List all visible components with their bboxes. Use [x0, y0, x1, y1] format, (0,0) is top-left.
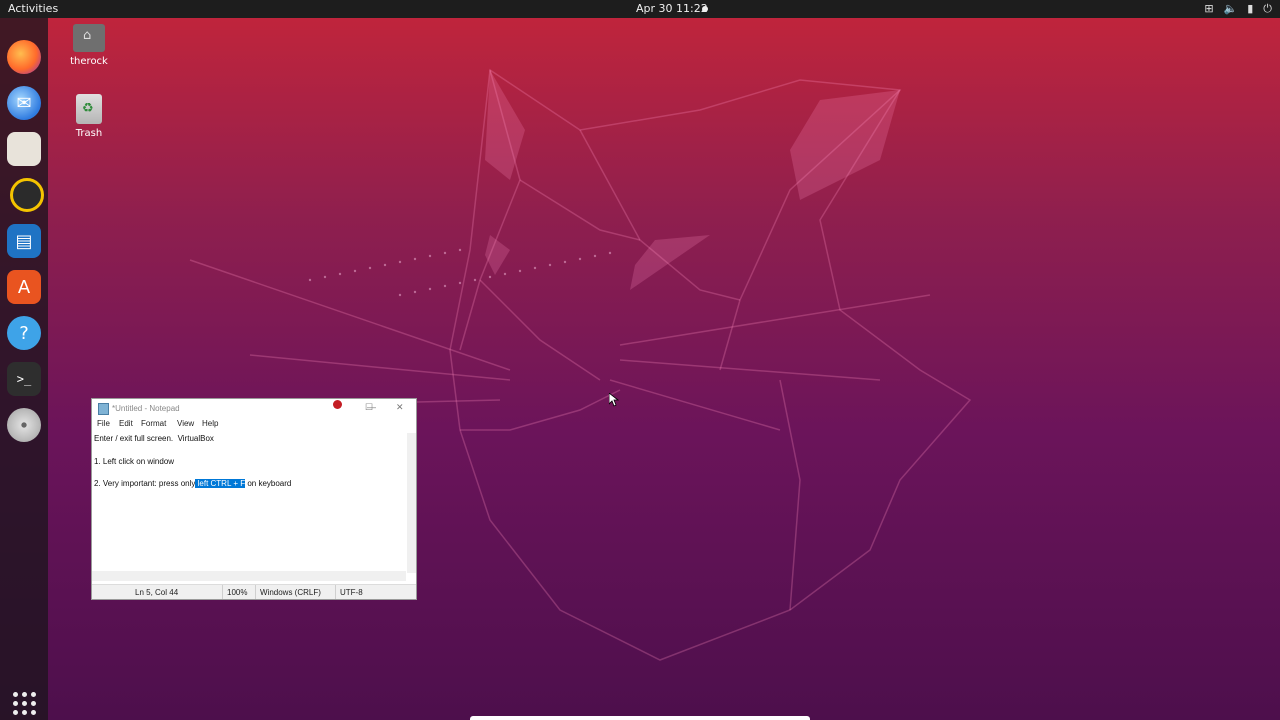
recording-indicator-icon	[333, 400, 342, 409]
text-line: 1. Left click on window	[94, 456, 175, 466]
menu-file[interactable]: File	[97, 419, 110, 428]
window-title: *Untitled - Notepad	[112, 404, 180, 413]
status-bar: Ln 5, Col 44 100% Windows (CRLF) UTF-8	[92, 584, 416, 599]
libreoffice-writer-icon[interactable]: ▤	[7, 224, 41, 258]
text-line	[94, 444, 404, 455]
text-line: Enter / exit full screen. VirtualBox	[94, 434, 214, 443]
menu-help[interactable]: Help	[202, 419, 218, 428]
menu-bar: File Edit Format View Help	[92, 417, 416, 431]
terminal-icon[interactable]: >_	[7, 362, 41, 396]
home-folder-icon	[73, 24, 105, 52]
text-segment: on keyboard	[245, 479, 292, 489]
line-ending: Windows (CRLF)	[260, 588, 321, 597]
mouse-cursor-icon	[609, 393, 619, 407]
desktop-home-folder[interactable]: therock	[59, 24, 119, 67]
notepad-icon	[98, 403, 109, 415]
network-icon[interactable]: ⊞	[1204, 2, 1213, 16]
notepad-window[interactable]: *Untitled - Notepad — ☐ ✕ File Edit Form…	[91, 398, 417, 600]
text-area[interactable]: Enter / exit full screen. VirtualBox 1. …	[94, 433, 404, 489]
vertical-scrollbar[interactable]	[407, 433, 416, 573]
horizontal-scrollbar[interactable]	[92, 571, 406, 581]
dvd-icon[interactable]	[7, 408, 41, 442]
desktop-trash[interactable]: Trash	[59, 94, 119, 139]
top-bar: Activities Apr 30 11:22 ⊞ 🔈 ▮ ⏻	[0, 0, 1280, 18]
zoom-level: 100%	[227, 588, 248, 597]
rhythmbox-icon[interactable]	[10, 178, 44, 212]
status-divider	[335, 585, 336, 599]
status-divider	[222, 585, 223, 599]
text-line	[94, 467, 404, 478]
help-icon[interactable]: ?	[7, 316, 41, 350]
home-folder-label: therock	[70, 56, 108, 67]
dock: ✉ ▤ A ? >_	[0, 18, 48, 720]
maximize-button[interactable]: ☐	[365, 402, 373, 413]
notepad-titlebar[interactable]: *Untitled - Notepad — ☐ ✕	[92, 399, 416, 417]
thunderbird-icon[interactable]: ✉	[7, 86, 41, 120]
volume-icon[interactable]: 🔈	[1224, 2, 1238, 16]
selected-text: left CTRL + F	[195, 479, 246, 489]
text-segment: 2. Very important: press only	[94, 479, 196, 489]
status-divider	[255, 585, 256, 599]
activities-button[interactable]: Activities	[8, 2, 58, 15]
clock[interactable]: Apr 30 11:22	[636, 2, 708, 15]
trash-label: Trash	[75, 128, 103, 139]
menu-format[interactable]: Format	[141, 419, 166, 428]
firefox-icon[interactable]	[7, 40, 41, 74]
show-applications-icon[interactable]	[7, 686, 41, 720]
ubuntu-software-icon[interactable]: A	[7, 270, 41, 304]
power-icon[interactable]: ⏻	[1263, 2, 1272, 16]
menu-view[interactable]: View	[177, 419, 194, 428]
bottom-edge-panel	[470, 716, 810, 720]
system-tray[interactable]: ⊞ 🔈 ▮ ⏻	[1204, 2, 1272, 16]
notification-dot	[702, 6, 708, 12]
battery-icon[interactable]: ▮	[1247, 2, 1253, 16]
cursor-position: Ln 5, Col 44	[135, 588, 179, 597]
close-button[interactable]: ✕	[396, 402, 404, 413]
files-icon[interactable]	[7, 132, 41, 166]
menu-edit[interactable]: Edit	[119, 419, 133, 428]
trash-icon	[76, 94, 102, 124]
text-line: 2. Very important: press only left CTRL …	[94, 478, 404, 489]
encoding: UTF-8	[340, 588, 363, 597]
